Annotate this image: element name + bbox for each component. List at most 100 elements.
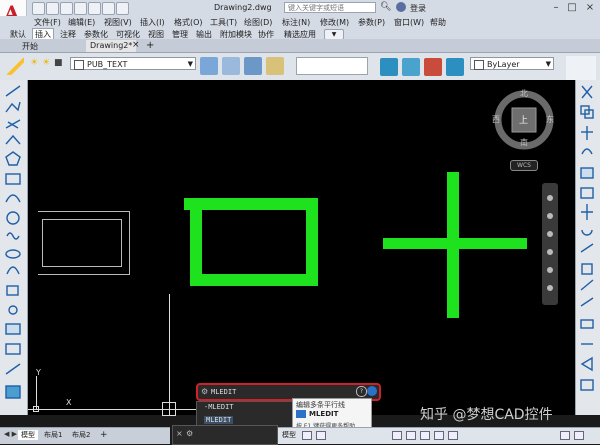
edit-block-icon[interactable] bbox=[424, 58, 442, 76]
panel-controls[interactable] bbox=[566, 56, 596, 80]
open-file-icon[interactable] bbox=[46, 2, 59, 15]
green-mline-vertical[interactable] bbox=[447, 172, 459, 318]
menu-insert[interactable]: 插入(I) bbox=[140, 17, 165, 28]
new-tab-icon[interactable]: + bbox=[146, 40, 154, 51]
compass-north[interactable]: 北 bbox=[520, 88, 528, 99]
close-tab-icon[interactable]: × bbox=[132, 40, 140, 50]
draw-tool-icons bbox=[5, 85, 21, 399]
workspace-icon[interactable] bbox=[560, 431, 570, 440]
menu-format[interactable]: 格式(O) bbox=[174, 17, 203, 28]
minimize-button[interactable]: – bbox=[548, 1, 564, 14]
undo-icon[interactable] bbox=[102, 2, 115, 15]
menu-view[interactable]: 视图(V) bbox=[104, 17, 132, 28]
mledit-icon bbox=[296, 410, 306, 418]
layer-lock-icon[interactable]: ■ bbox=[54, 58, 63, 68]
lineweight-icon[interactable] bbox=[448, 431, 458, 440]
compass-west[interactable]: 西 bbox=[492, 114, 500, 125]
customize-icon[interactable] bbox=[574, 431, 584, 440]
doc-tab-drawing2[interactable]: Drawing2* bbox=[86, 40, 137, 52]
color-value: ByLayer bbox=[487, 60, 520, 69]
new-file-icon[interactable] bbox=[32, 2, 45, 15]
pickbox-cursor bbox=[162, 402, 176, 416]
compass-east[interactable]: 东 bbox=[546, 114, 554, 125]
tab-model[interactable]: 模型 bbox=[18, 430, 38, 440]
green-mline-right[interactable] bbox=[306, 198, 318, 286]
block-gallery-box[interactable] bbox=[296, 57, 368, 75]
navigation-bar-icons bbox=[547, 195, 553, 291]
snap-icon[interactable] bbox=[316, 431, 326, 440]
ucs-x-label: X bbox=[66, 398, 72, 407]
menu-draw[interactable]: 绘图(D) bbox=[244, 17, 272, 28]
color-dropdown[interactable]: ByLayer ▼ bbox=[470, 57, 554, 70]
otrack-icon[interactable] bbox=[434, 431, 444, 440]
command-line-settings-icon[interactable]: ⚙ bbox=[186, 429, 193, 438]
layer-state-icon[interactable] bbox=[200, 57, 218, 75]
maximize-button[interactable]: □ bbox=[564, 1, 580, 14]
rectangle-inner-outline[interactable] bbox=[42, 219, 122, 267]
menu-tools[interactable]: 工具(T) bbox=[210, 17, 237, 28]
modify-tool-icons bbox=[580, 85, 594, 391]
menu-dimension[interactable]: 标注(N) bbox=[282, 17, 310, 28]
watermark: 知乎 @梦想CAD控件 bbox=[420, 407, 553, 423]
command-line-close-icon[interactable]: × bbox=[176, 429, 183, 438]
suggestion-mledit[interactable]: MLEDIT bbox=[204, 416, 234, 424]
layer-name: PUB_TEXT bbox=[87, 60, 128, 69]
viewcube-top-face[interactable]: 上 bbox=[519, 113, 528, 126]
ortho-icon[interactable] bbox=[392, 431, 402, 440]
tooltip-title: 编辑多条平行线 bbox=[296, 401, 345, 409]
redo-icon[interactable] bbox=[116, 2, 129, 15]
chevron-down-icon: ▼ bbox=[187, 60, 193, 68]
chevron-down-icon: ▼ bbox=[545, 60, 551, 68]
layer-on-icon[interactable]: ☀ bbox=[30, 58, 38, 68]
compass-south[interactable]: 南 bbox=[520, 137, 528, 148]
wcs-menu[interactable]: WCS bbox=[510, 160, 538, 171]
block-attributes-icon[interactable] bbox=[446, 58, 464, 76]
menu-file[interactable]: 文件(F) bbox=[34, 17, 61, 28]
tab-layout1[interactable]: 布局1 bbox=[44, 430, 62, 440]
menu-parametric[interactable]: 参数(P) bbox=[358, 17, 385, 28]
save-as-icon[interactable] bbox=[74, 2, 87, 15]
insert-block-icon[interactable] bbox=[380, 58, 398, 76]
color-swatch bbox=[474, 60, 484, 70]
canvas-clip bbox=[28, 210, 38, 276]
match-layer-icon[interactable] bbox=[244, 57, 262, 75]
create-block-icon[interactable] bbox=[402, 58, 420, 76]
menu-window[interactable]: 窗口(W) bbox=[394, 17, 424, 28]
layer-dropdown[interactable]: PUB_TEXT ▼ bbox=[70, 57, 196, 70]
ucs-y-axis bbox=[36, 376, 37, 410]
layer-color-swatch bbox=[74, 60, 84, 70]
help-icon[interactable]: ? bbox=[356, 386, 367, 397]
tooltip-command: MLEDIT bbox=[309, 410, 339, 418]
layer-freeze-icon[interactable]: ☀ bbox=[42, 58, 50, 68]
crosshair-vertical bbox=[169, 294, 170, 416]
user-icon[interactable] bbox=[396, 2, 406, 12]
search-input[interactable]: 键入关键字或短语 bbox=[284, 2, 376, 13]
close-button[interactable]: × bbox=[582, 1, 598, 14]
window-title: Drawing2.dwg bbox=[214, 3, 272, 12]
print-icon[interactable] bbox=[88, 2, 101, 15]
tab-nav-arrows[interactable]: ◀ ▶ bbox=[4, 430, 17, 438]
doc-tab-start[interactable]: 开始 bbox=[22, 41, 38, 52]
tab-layout2[interactable]: 布局2 bbox=[72, 430, 90, 440]
menu-modify[interactable]: 修改(M) bbox=[320, 17, 349, 28]
status-model[interactable]: 模型 bbox=[282, 430, 296, 440]
save-icon[interactable] bbox=[60, 2, 73, 15]
ucs-y-label: Y bbox=[36, 368, 41, 377]
add-layout-icon[interactable]: + bbox=[100, 430, 108, 440]
menu-edit[interactable]: 编辑(E) bbox=[68, 17, 95, 28]
make-current-icon[interactable] bbox=[222, 57, 240, 75]
search-icon[interactable]: 🔍︎ bbox=[380, 2, 391, 12]
green-mline-bottom[interactable] bbox=[190, 274, 318, 286]
command-wrench-icon: ⚙ bbox=[201, 387, 209, 396]
internet-search-icon[interactable] bbox=[367, 386, 377, 396]
login-link[interactable]: 登录 bbox=[410, 3, 426, 14]
grid-icon[interactable] bbox=[302, 431, 312, 440]
layer-isolate-icon[interactable] bbox=[266, 57, 284, 75]
green-mline-top[interactable] bbox=[184, 198, 318, 210]
suggestion-dash-mledit[interactable]: -MLEDIT bbox=[204, 403, 234, 411]
menu-help[interactable]: 帮助 bbox=[430, 17, 446, 28]
green-mline-left[interactable] bbox=[190, 210, 202, 286]
polar-icon[interactable] bbox=[406, 431, 416, 440]
command-input-text[interactable]: MLEDIT bbox=[211, 388, 236, 396]
osnap-icon[interactable] bbox=[420, 431, 430, 440]
